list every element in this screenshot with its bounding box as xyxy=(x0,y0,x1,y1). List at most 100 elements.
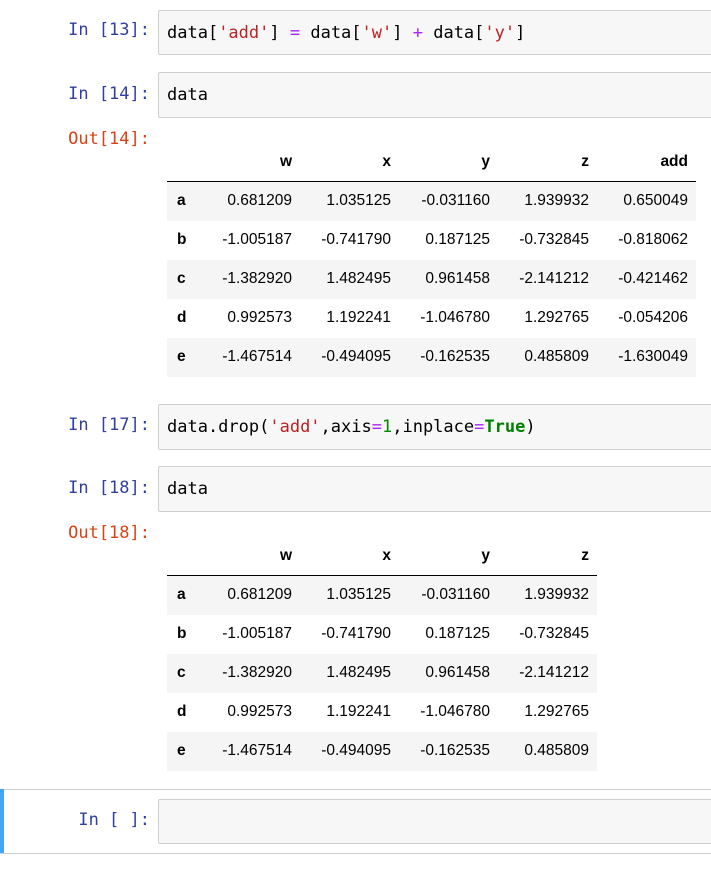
code-token: = xyxy=(371,417,382,437)
code-line-17: data.drop('add',axis=1,inplace=True) xyxy=(167,417,536,437)
table-cell: -0.741790 xyxy=(321,231,391,248)
table-cell: -0.494095 xyxy=(321,742,391,759)
code-token: data xyxy=(167,85,208,105)
column-header: w xyxy=(207,537,300,576)
row-index: e xyxy=(177,348,186,365)
table-cell: 0.961458 xyxy=(425,664,490,681)
row-index: c xyxy=(177,664,186,681)
table-row: b -1.005187 -0.741790 0.187125 -0.732845 -0.8… xyxy=(167,221,696,260)
dataframe-output-18: wxyz a 0.681209 1.035125 -0.031160 1.939932 b… xyxy=(167,537,597,771)
code-input-13[interactable]: data['add'] = data['w'] + data['y'] xyxy=(158,10,711,55)
table-cell: -0.732845 xyxy=(519,625,589,642)
code-token: = xyxy=(474,417,485,437)
column-header: add xyxy=(597,143,696,182)
table-cell: -0.162535 xyxy=(420,742,490,759)
table-row: a 0.681209 1.035125 -0.031160 1.939932 0.6500… xyxy=(167,181,696,221)
column-header: x xyxy=(300,143,399,182)
out-prompt-18: Out[18]: xyxy=(68,523,150,543)
table-cell: 1.035125 xyxy=(326,586,391,604)
code-token: 'y' xyxy=(484,22,516,43)
in-prompt-18: In [18]: xyxy=(68,478,150,498)
table-cell: -0.421462 xyxy=(618,270,688,287)
table-cell: 1.192241 xyxy=(326,703,391,720)
table-cell: -1.382920 xyxy=(222,664,292,681)
table-cell: -1.005187 xyxy=(222,231,292,248)
table-cell: -1.630049 xyxy=(618,348,688,365)
table-cell: -0.818062 xyxy=(618,231,688,248)
table-row: d 0.992573 1.192241 -1.046780 1.292765 xyxy=(167,693,597,732)
table-row: a 0.681209 1.035125 -0.031160 1.939932 xyxy=(167,575,597,615)
table-cell: 1.939932 xyxy=(524,192,589,210)
code-token: + xyxy=(412,22,423,43)
table-cell: 0.992573 xyxy=(227,703,292,720)
in-prompt-17: In [17]: xyxy=(68,415,150,435)
table-cell: -1.046780 xyxy=(420,309,490,326)
in-prompt-13: In [13]: xyxy=(68,20,150,40)
table-header-row: w x y z add xyxy=(167,143,696,182)
code-token: data.drop( xyxy=(167,417,270,437)
code-token: 'add' xyxy=(218,22,270,43)
table-cell: -1.046780 xyxy=(420,703,490,720)
dataframe-output-14: w x y z add a 0.681209 1.035125 -0.031160 1.9399… xyxy=(167,143,696,377)
code-token: data xyxy=(167,479,208,499)
table-cell: 1.292765 xyxy=(524,309,589,326)
row-index: a xyxy=(177,586,186,604)
table-cell: -1.382920 xyxy=(222,270,292,287)
column-header: y xyxy=(399,143,498,182)
code-input-18[interactable]: data xyxy=(158,466,711,512)
row-index: d xyxy=(177,309,187,326)
code-token: ] xyxy=(269,22,290,43)
index-header xyxy=(167,537,207,576)
code-token: ] xyxy=(515,22,526,43)
column-header: w xyxy=(207,143,300,182)
table-cell: 0.187125 xyxy=(425,231,490,248)
table-cell: 0.681209 xyxy=(227,586,292,604)
table-cell: 0.992573 xyxy=(227,309,292,326)
row-index: b xyxy=(177,231,187,248)
table-cell: 1.939932 xyxy=(524,586,589,604)
table-cell: 1.035125 xyxy=(326,192,391,210)
row-index: b xyxy=(177,625,187,642)
out-prompt-14: Out[14]: xyxy=(68,129,150,149)
code-token: data[ xyxy=(300,22,362,43)
table-cell: -2.141212 xyxy=(519,664,589,681)
table-row: e -1.467514 -0.494095 -0.162535 0.485809 -1.6… xyxy=(167,337,696,377)
code-input-17[interactable]: data.drop('add',axis=1,inplace=True) xyxy=(158,404,711,450)
table-cell: -1.467514 xyxy=(222,348,292,365)
table-cell: -0.054206 xyxy=(618,309,688,326)
code-token: 'add' xyxy=(269,417,321,437)
code-token: True xyxy=(484,417,526,437)
code-input-14[interactable]: data xyxy=(158,72,711,118)
table-cell: 0.650049 xyxy=(623,192,688,210)
table-cell: -2.141212 xyxy=(519,270,589,287)
row-index: c xyxy=(177,270,186,287)
table-cell: 0.485809 xyxy=(524,742,589,759)
table-header-row: wxyz xyxy=(167,537,597,576)
code-token: 1 xyxy=(381,417,393,437)
table-cell: -0.031160 xyxy=(421,192,490,210)
table-cell: 0.681209 xyxy=(227,192,292,210)
table-cell: 1.482495 xyxy=(326,270,391,287)
column-header: z xyxy=(498,537,597,576)
code-line-14: data xyxy=(167,85,208,105)
code-token: ,axis xyxy=(320,417,372,437)
code-line-18: data xyxy=(167,479,208,499)
table-cell: 0.485809 xyxy=(524,348,589,365)
table-cell: -0.732845 xyxy=(519,231,589,248)
table-cell: -0.741790 xyxy=(321,625,391,642)
table-row: c -1.382920 1.482495 0.961458 -2.141212 xyxy=(167,653,597,693)
table-row: e -1.467514 -0.494095 -0.162535 0.485809 xyxy=(167,731,597,771)
table-cell: -0.162535 xyxy=(420,348,490,365)
table-cell: 0.961458 xyxy=(425,270,490,287)
table-cell: -1.005187 xyxy=(222,625,292,642)
table-cell: 1.292765 xyxy=(524,703,589,720)
table-cell: 1.482495 xyxy=(326,664,391,681)
in-prompt-14: In [14]: xyxy=(68,84,150,104)
table-row: c -1.382920 1.482495 0.961458 -2.141212 -0.42… xyxy=(167,259,696,299)
code-token: ] xyxy=(392,22,413,43)
code-input-empty[interactable] xyxy=(158,799,711,844)
row-index: e xyxy=(177,742,186,759)
table-cell: -1.467514 xyxy=(222,742,292,759)
table-cell: -0.031160 xyxy=(421,586,490,604)
table-cell: 0.187125 xyxy=(425,625,490,642)
